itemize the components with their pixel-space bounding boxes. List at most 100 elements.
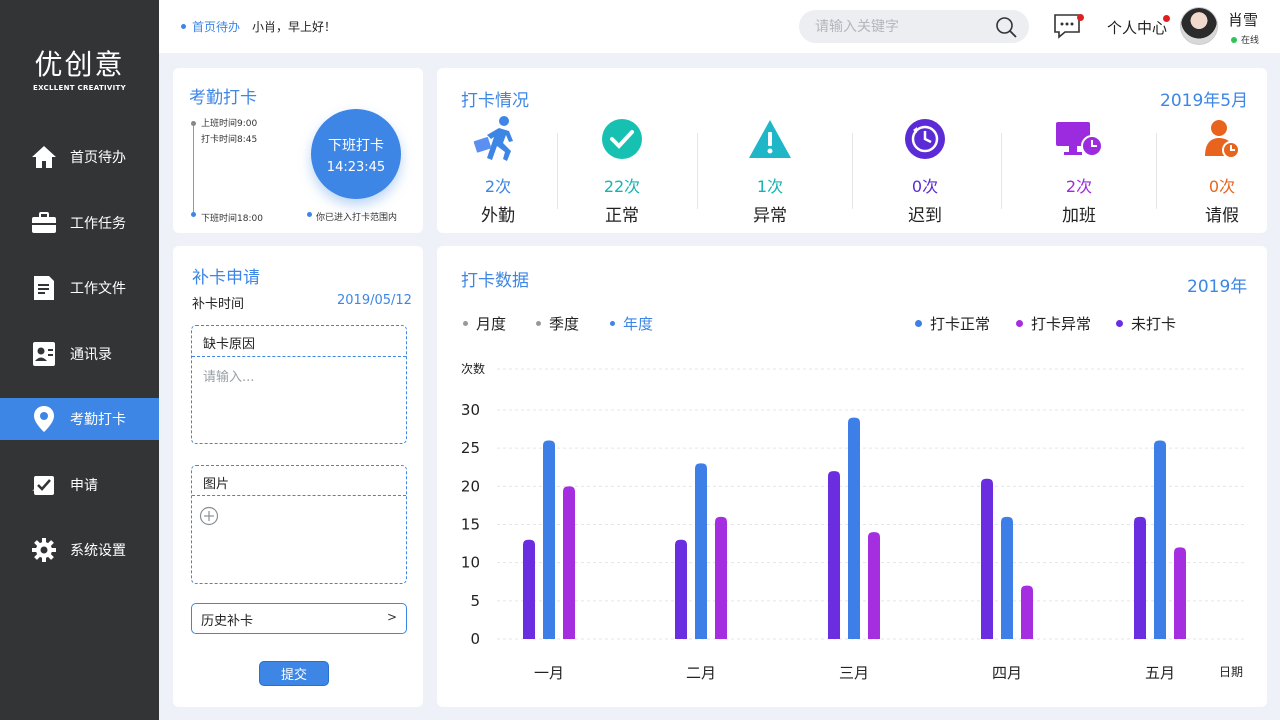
timeline-dot — [191, 212, 196, 217]
bar — [695, 463, 707, 639]
home-icon — [30, 143, 58, 171]
y-tick-label: 15 — [461, 516, 480, 534]
field-work-icon — [438, 115, 558, 163]
x-axis-title: 日期 — [1219, 665, 1243, 679]
search-input[interactable] — [815, 18, 985, 35]
clock-in-time: 打卡时间8:45 — [201, 135, 258, 145]
document-icon — [30, 274, 58, 302]
image-box: 图片 — [191, 465, 407, 584]
history-supplement-row[interactable]: 历史补卡 > — [191, 603, 407, 634]
warning-icon — [710, 115, 830, 163]
reason-label: 缺卡原因 — [203, 337, 256, 352]
timeline-line — [193, 122, 194, 215]
tab-label: 季度 — [549, 315, 580, 333]
stat-value: 1次 — [756, 177, 784, 196]
location-pin-icon — [30, 405, 58, 433]
bar — [981, 478, 993, 639]
stat-abnormal: 1次 异常 — [710, 115, 830, 226]
stat-label: 加班 — [1062, 206, 1096, 226]
stat-value: 0次 — [911, 177, 939, 196]
bar — [1001, 516, 1013, 639]
chart-title: 打卡数据 — [461, 271, 529, 291]
stat-divider — [557, 133, 558, 209]
bar — [1021, 585, 1033, 639]
stat-divider — [852, 133, 853, 209]
reason-textarea[interactable] — [203, 366, 393, 436]
stat-divider — [697, 133, 698, 209]
sidebar-item-home[interactable]: 首页待办 — [0, 136, 159, 178]
y-tick-label: 10 — [461, 554, 480, 572]
legend-missed: 未打卡 — [1116, 313, 1176, 334]
legend-swatch — [915, 320, 922, 327]
stat-value: 0次 — [1208, 177, 1236, 196]
tab-quarterly[interactable]: 季度 — [536, 313, 579, 334]
sidebar-item-files[interactable]: 工作文件 — [0, 267, 159, 309]
stat-value: 2次 — [1065, 177, 1093, 196]
leave-person-icon — [1162, 115, 1280, 163]
stat-late: 0次 迟到 — [865, 115, 985, 226]
bar-chart: 次数 0 5 10 15 20 25 30 一月 二月 三月 四月 五月 日期 — [461, 361, 1245, 682]
online-status-dot — [1231, 36, 1237, 43]
sidebar-item-contacts[interactable]: 通讯录 — [0, 333, 159, 375]
range-note: 你已进入打卡范围内 — [316, 213, 398, 223]
approval-icon — [30, 471, 58, 499]
personal-center-link[interactable]: 个人中心 — [1107, 17, 1167, 38]
history-label: 历史补卡 — [201, 614, 254, 629]
work-end-time: 下班时间18:00 — [201, 214, 263, 224]
y-axis-title: 次数 — [461, 361, 485, 376]
add-image-icon[interactable] — [199, 506, 219, 530]
late-clock-icon — [865, 115, 985, 163]
sidebar-item-settings[interactable]: 系统设置 — [0, 529, 159, 571]
search-box — [799, 10, 1029, 43]
bar — [1134, 516, 1146, 639]
submit-button[interactable]: 提交 — [259, 661, 329, 686]
breadcrumb-home-link[interactable]: 首页待办 — [192, 18, 240, 35]
tab-dot — [463, 321, 468, 326]
user-status: 在线 — [1231, 33, 1259, 46]
bar — [715, 516, 727, 639]
legend-normal: 打卡正常 — [915, 313, 990, 334]
supplement-date-value[interactable]: 2019/05/12 — [337, 293, 412, 308]
bar — [543, 440, 555, 639]
stat-divider — [1156, 133, 1157, 209]
legend-label: 未打卡 — [1131, 315, 1177, 333]
sidebar-item-label: 工作任务 — [70, 216, 126, 232]
avatar[interactable] — [1180, 7, 1218, 45]
y-tick-label: 25 — [461, 439, 480, 457]
sidebar-item-label: 工作文件 — [70, 281, 126, 297]
tab-yearly[interactable]: 年度 — [610, 313, 653, 334]
sidebar-item-label: 考勤打卡 — [70, 412, 126, 428]
x-tick-label: 二月 — [686, 664, 716, 682]
logo-text: 优创意 — [34, 48, 125, 81]
briefcase-icon — [30, 209, 58, 237]
chevron-right-icon: > — [386, 610, 397, 624]
stat-leave: 0次 请假 — [1162, 115, 1280, 226]
image-label: 图片 — [203, 477, 230, 492]
stat-overtime: 2次 加班 — [1019, 115, 1139, 226]
search-icon[interactable] — [995, 16, 1017, 42]
x-tick-label: 三月 — [839, 664, 869, 682]
y-tick-label: 20 — [461, 477, 480, 495]
x-tick-label: 一月 — [534, 664, 564, 682]
sidebar-item-label: 通讯录 — [70, 347, 112, 363]
tab-monthly[interactable]: 月度 — [463, 313, 506, 334]
summary-period: 2019年5月 — [1160, 91, 1249, 111]
stat-label: 异常 — [753, 206, 787, 226]
sidebar-item-apply[interactable]: 申请 — [0, 464, 159, 506]
breadcrumb-dot — [181, 24, 186, 29]
clock-out-button[interactable]: 下班打卡 14:23:45 — [311, 109, 401, 199]
sidebar-item-attendance[interactable]: 考勤打卡 — [0, 398, 159, 440]
stat-label: 迟到 — [908, 206, 942, 226]
attendance-title: 考勤打卡 — [189, 88, 257, 108]
y-tick-label: 30 — [461, 401, 480, 419]
bar — [828, 471, 840, 639]
sidebar-item-tasks[interactable]: 工作任务 — [0, 202, 159, 244]
image-divider — [192, 495, 406, 496]
user-status-text: 在线 — [1241, 36, 1260, 46]
user-name: 肖雪 — [1228, 11, 1259, 29]
overtime-monitor-icon — [1019, 115, 1139, 163]
timeline-dot — [191, 121, 196, 126]
logo-subtitle: EXCLLENT CREATIVITY — [33, 84, 126, 92]
summary-title: 打卡情况 — [461, 91, 529, 111]
contacts-icon — [30, 340, 58, 368]
